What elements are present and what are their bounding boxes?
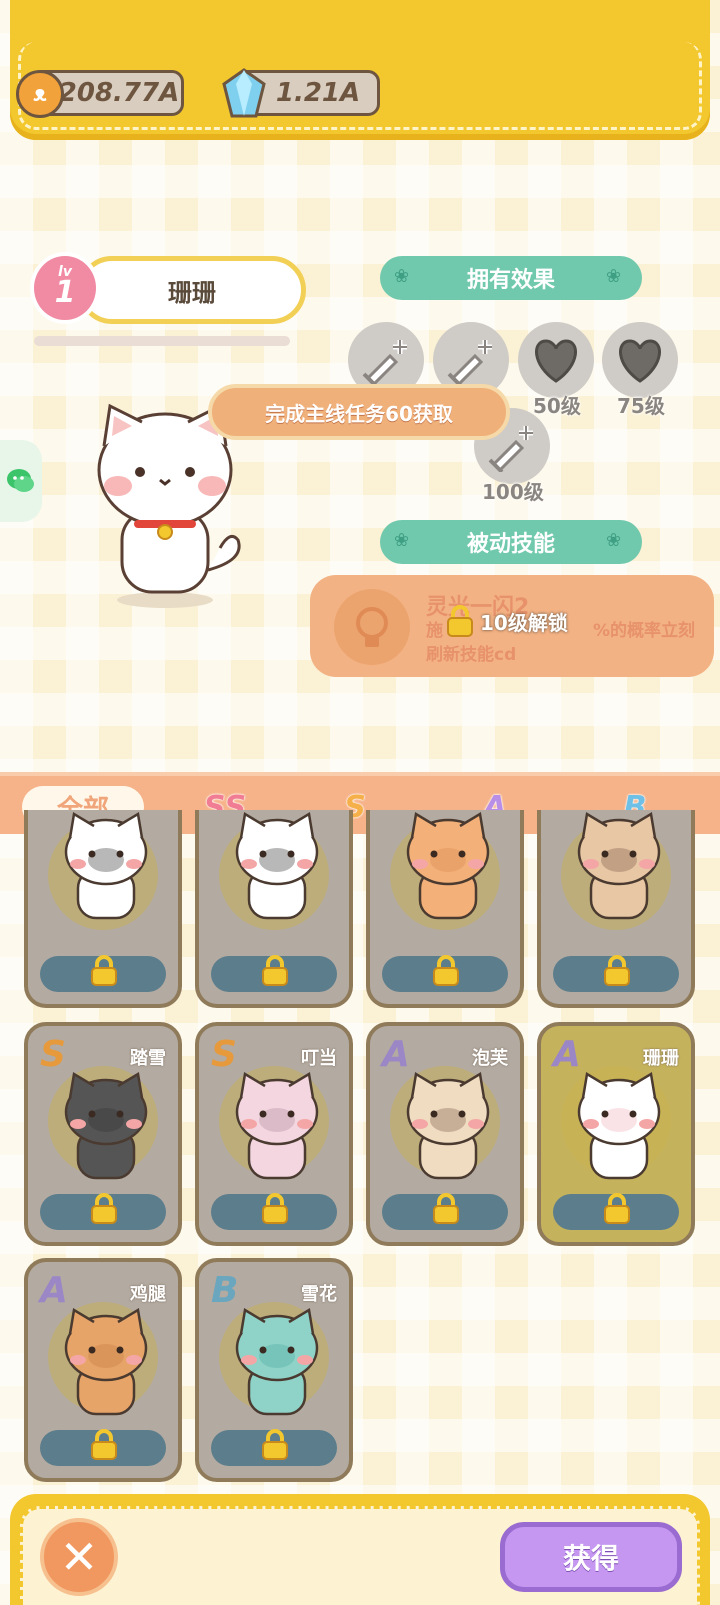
cat-card[interactable]: S 踏雪 <box>24 1022 182 1246</box>
card-cat-name: 鸡腿 <box>130 1284 166 1305</box>
cat-card[interactable] <box>195 810 353 1008</box>
card-rarity: S <box>40 1034 66 1075</box>
lock-icon <box>604 1193 630 1224</box>
card-cat-name: 泡芙 <box>472 1048 508 1069</box>
cat-card[interactable]: B 雪花 <box>195 1258 353 1482</box>
gem-icon <box>222 68 266 118</box>
skill-desc-part-1: 施 <box>426 621 443 641</box>
cat-card[interactable] <box>24 810 182 1008</box>
lock-icon <box>447 605 473 637</box>
cat-nameplate: 珊珊 <box>78 256 306 324</box>
experience-bar <box>34 336 290 346</box>
passive-skill-card[interactable]: 灵光一闪2 施 %的概率立刻 刷新技能cd 10级解锁 <box>310 575 714 677</box>
lock-icon <box>91 1193 117 1224</box>
card-cat-name: 踏雪 <box>130 1048 166 1069</box>
card-rarity: A <box>553 1034 581 1075</box>
cat-illustration <box>64 1307 148 1416</box>
card-cat-name: 雪花 <box>301 1284 337 1305</box>
card-rarity: A <box>40 1270 68 1311</box>
card-cat-name: 珊珊 <box>643 1048 679 1069</box>
card-rarity: S <box>211 1034 237 1075</box>
cat-card[interactable]: A 珊珊 <box>537 1022 695 1246</box>
level-badge: lv 1 <box>30 252 100 324</box>
effect-heart-icon-1[interactable] <box>518 322 594 398</box>
sword-plus-icon <box>362 340 407 386</box>
skill-lock-text: 10级解锁 <box>480 610 568 635</box>
cat-illustration <box>235 811 319 920</box>
unlock-condition-banner: 完成主线任务60获取 <box>208 384 510 440</box>
unlock-condition-text: 完成主线任务60获取 <box>265 401 453 426</box>
cat-illustration <box>64 1071 148 1180</box>
card-rarity: A <box>382 1034 410 1075</box>
owned-effects-header: ❀ 拥有效果 ❀ <box>380 256 642 300</box>
gem-amount: 1.21A <box>275 78 361 108</box>
lock-icon <box>262 1429 288 1460</box>
cat-name: 珊珊 <box>168 278 216 307</box>
cat-illustration <box>64 811 148 920</box>
card-cat-name: 叮当 <box>301 1048 337 1069</box>
sword-plus-icon <box>447 340 492 386</box>
skill-desc-part-3: 刷新技能cd <box>426 645 517 665</box>
lock-icon <box>91 1429 117 1460</box>
cat-illustration <box>577 1071 661 1180</box>
passive-skill-title: 被动技能 <box>466 532 555 557</box>
passive-skill-header: ❀ 被动技能 ❀ <box>380 520 642 564</box>
lock-icon <box>91 955 117 986</box>
cat-card[interactable]: S 叮当 <box>195 1022 353 1246</box>
effect-label-100: 100级 <box>482 480 544 504</box>
heart-icon <box>619 339 661 383</box>
cat-illustration <box>577 811 661 920</box>
lock-icon <box>604 955 630 986</box>
owned-effects-title: 拥有效果 <box>466 268 555 293</box>
cat-illustration <box>406 811 490 920</box>
paw-icon: ❀ <box>394 530 410 551</box>
effect-heart-icon-2[interactable] <box>602 322 678 398</box>
cat-illustration <box>235 1071 319 1180</box>
lock-icon <box>262 955 288 986</box>
wechat-side-tab[interactable] <box>0 440 42 522</box>
cat-illustration <box>235 1307 319 1416</box>
coin-icon: ᴥ <box>16 70 64 118</box>
lock-icon <box>433 955 459 986</box>
cat-card[interactable]: A 鸡腿 <box>24 1258 182 1482</box>
cat-card[interactable] <box>537 810 695 1008</box>
cat-card[interactable]: A 泡芙 <box>366 1022 524 1246</box>
lock-icon <box>262 1193 288 1224</box>
lightbulb-icon <box>334 589 410 665</box>
card-rarity: B <box>211 1270 239 1311</box>
skill-lock-overlay: 10级解锁 <box>446 605 568 637</box>
paw-icon: ❀ <box>606 266 622 287</box>
level-number: 1 <box>54 275 76 310</box>
paw-icon: ❀ <box>606 530 622 551</box>
skill-desc-part-2: %的概率立刻 <box>593 621 696 641</box>
lock-icon <box>433 1193 459 1224</box>
obtain-button[interactable]: 获得 <box>500 1522 682 1592</box>
paw-icon: ❀ <box>394 266 410 287</box>
effect-label-50: 50级 <box>533 394 581 418</box>
heart-icon <box>535 339 577 383</box>
effect-label-75: 75级 <box>617 394 665 418</box>
close-button[interactable]: ✕ <box>40 1518 118 1596</box>
cat-illustration <box>406 1071 490 1180</box>
chat-bubble-icon <box>7 469 34 492</box>
cat-card[interactable] <box>366 810 524 1008</box>
coin-amount: 208.77A <box>58 78 180 108</box>
